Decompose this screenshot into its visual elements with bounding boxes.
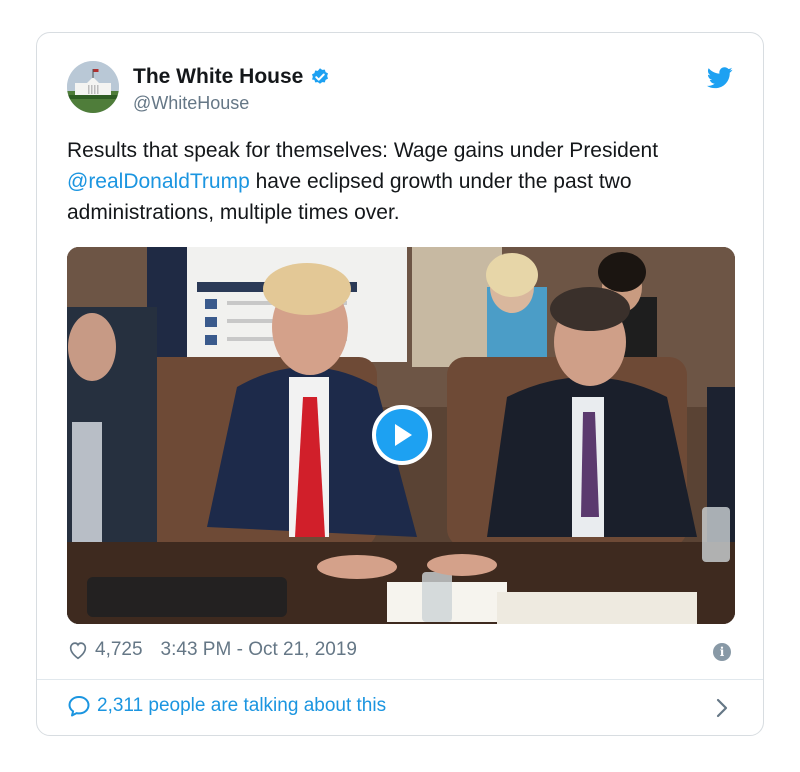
author-name[interactable]: The White House	[133, 65, 303, 89]
talking-about-link[interactable]: 2,311 people are talking about this	[67, 695, 386, 717]
avatar[interactable]	[67, 61, 119, 113]
tweet-text-start: Results that speak for themselves: Wage …	[67, 139, 659, 162]
tweet-text: Results that speak for themselves: Wage …	[67, 135, 737, 228]
tweet-card[interactable]: The White House @WhiteHouse Results that…	[36, 32, 764, 736]
tweet-timestamp[interactable]: 3:43 PM - Oct 21, 2019	[161, 639, 357, 661]
verified-badge-icon	[312, 68, 329, 84]
heart-icon[interactable]	[67, 639, 89, 661]
like-count[interactable]: 4,725	[95, 639, 143, 661]
play-icon	[395, 424, 412, 446]
play-button[interactable]	[372, 405, 432, 465]
mention-link[interactable]: @realDonaldTrump	[67, 170, 250, 193]
author-handle[interactable]: @WhiteHouse	[133, 93, 249, 114]
talking-about-text[interactable]: 2,311 people are talking about this	[97, 695, 386, 717]
twitter-bird-icon[interactable]	[707, 67, 733, 89]
info-icon[interactable]: i	[713, 643, 731, 661]
divider	[37, 679, 763, 680]
chevron-right-icon[interactable]	[715, 698, 729, 718]
video-thumbnail[interactable]	[67, 247, 735, 624]
white-house-avatar-image	[67, 61, 119, 113]
comment-bubble-icon	[68, 696, 90, 717]
